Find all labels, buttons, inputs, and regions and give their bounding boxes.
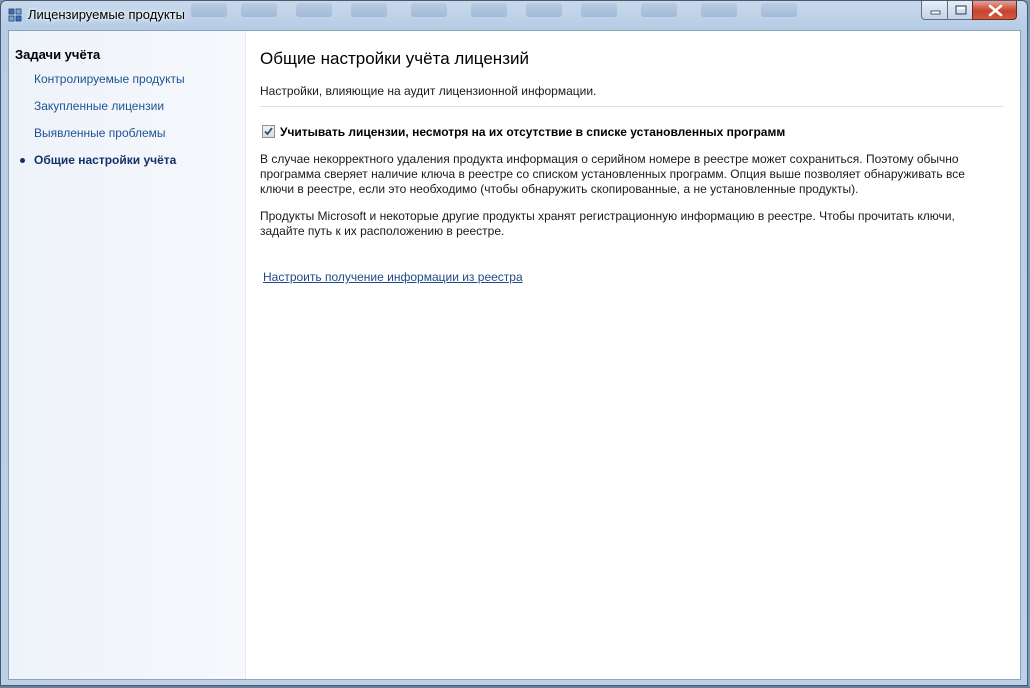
window-title: Лицензируемые продукты: [28, 7, 185, 22]
checkbox-label[interactable]: Учитывать лицензии, несмотря на их отсут…: [280, 125, 785, 139]
minimize-button[interactable]: [921, 1, 948, 20]
close-icon: [988, 4, 1003, 17]
maximize-button[interactable]: [947, 1, 973, 20]
description-paragraph-2: Продукты Microsoft и некоторые другие пр…: [260, 209, 955, 238]
task-sidebar: Задачи учёта Контролируемые продукты Зак…: [9, 31, 246, 679]
active-bullet-icon: [20, 158, 25, 163]
minimize-icon: [930, 10, 941, 15]
sidebar-heading: Задачи учёта: [15, 47, 101, 62]
sidebar-item-general-settings[interactable]: Общие настройки учёта: [34, 153, 176, 167]
maximize-icon: [955, 5, 967, 15]
close-button[interactable]: [972, 1, 1017, 20]
page-title: Общие настройки учёта лицензий: [260, 49, 529, 68]
title-bar[interactable]: Лицензируемые продукты: [1, 1, 1027, 29]
sidebar-item-purchased-licenses[interactable]: Закупленные лицензии: [34, 99, 164, 113]
background-reflection: [181, 1, 841, 29]
client-area: Задачи учёта Контролируемые продукты Зак…: [8, 30, 1021, 680]
app-window: Лицензируемые продукты Задачи учёта Конт…: [0, 0, 1028, 686]
page-subtitle: Настройки, влияющие на аудит лицензионно…: [260, 84, 597, 98]
sidebar-item-detected-problems[interactable]: Выявленные проблемы: [34, 126, 166, 140]
checkmark-icon: [264, 127, 273, 136]
license-app-icon: [8, 8, 22, 22]
divider: [260, 106, 1003, 107]
description-paragraph-1: В случае некорректного удаления продукта…: [260, 152, 965, 196]
sidebar-item-monitored-products[interactable]: Контролируемые продукты: [34, 72, 185, 86]
registry-settings-link[interactable]: Настроить получение информации из реестр…: [263, 270, 523, 284]
count-licenses-checkbox[interactable]: [262, 125, 275, 138]
settings-panel: Общие настройки учёта лицензий Настройки…: [260, 31, 1020, 679]
